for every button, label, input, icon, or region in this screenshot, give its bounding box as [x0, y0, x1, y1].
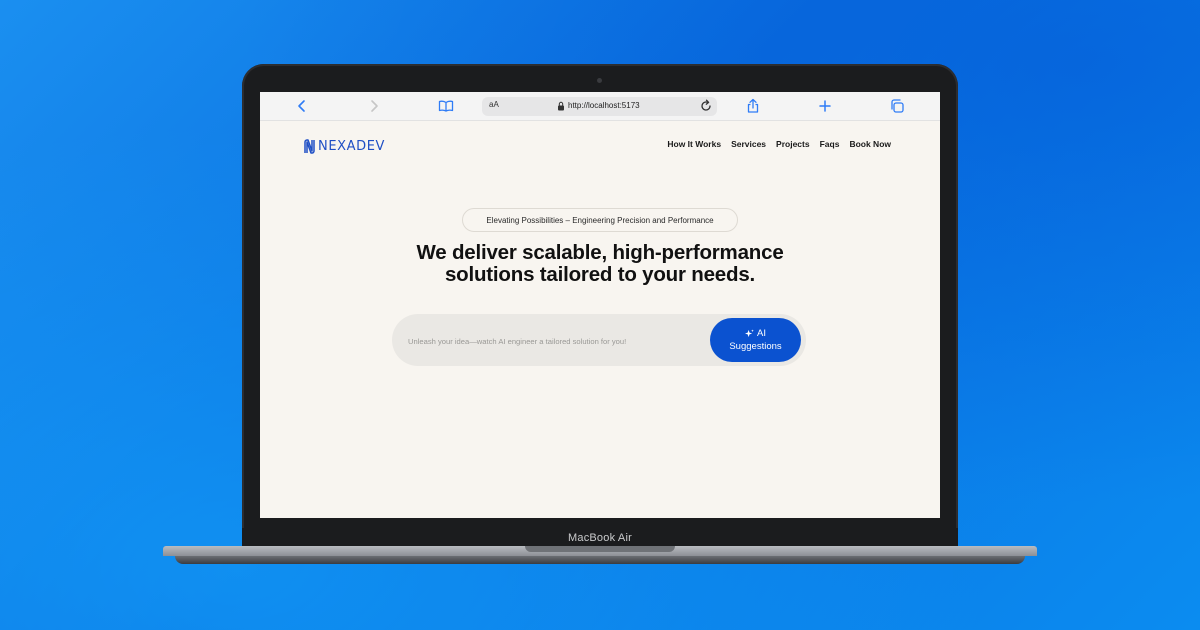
nav-links: How It Works Services Projects Faqs Book… [667, 139, 891, 149]
lock-icon [558, 101, 564, 111]
nav-faqs[interactable]: Faqs [820, 139, 840, 149]
text-size-button[interactable]: aA [489, 100, 499, 109]
url-text[interactable]: http://localhost:5173 [568, 101, 640, 110]
idea-input[interactable] [406, 332, 700, 350]
headline-line-2: solutions tailored to your needs. [444, 263, 756, 286]
ai-button-label-line1: AI [757, 328, 766, 339]
nav-services[interactable]: Services [731, 139, 766, 149]
share-icon[interactable] [744, 97, 762, 115]
reload-icon[interactable] [700, 99, 712, 116]
back-icon[interactable] [293, 97, 311, 115]
sparkle-icon [745, 329, 754, 338]
tabs-icon[interactable] [888, 97, 906, 115]
laptop-base-bottom [175, 556, 1025, 564]
device-label: MacBook Air [568, 532, 632, 544]
tagline-pill: Elevating Possibilities – Engineering Pr… [462, 208, 738, 232]
site-navbar: NEXADEV How It Works Services Projects F… [260, 120, 940, 170]
hero-headline: We deliver scalable, high-performance so… [350, 242, 850, 286]
idea-search-bar: AI Suggestions [392, 314, 806, 366]
laptop-notch [525, 546, 675, 552]
browser-screen: aA http://localhost:5173 NEXADEV How It … [260, 92, 940, 518]
url-bar[interactable]: aA http://localhost:5173 [482, 97, 717, 116]
camera-dot [597, 78, 602, 83]
forward-icon[interactable] [365, 97, 383, 115]
nav-how-it-works[interactable]: How It Works [667, 139, 721, 149]
nav-projects[interactable]: Projects [776, 139, 810, 149]
logo-text: NEXADEV [318, 138, 386, 154]
reader-icon[interactable] [437, 97, 455, 115]
new-tab-icon[interactable] [816, 97, 834, 115]
browser-toolbar: aA http://localhost:5173 [260, 92, 940, 121]
nav-book-now[interactable]: Book Now [849, 139, 891, 149]
headline-line-1: We deliver scalable, high-performance [416, 241, 784, 264]
logo-icon [304, 138, 315, 154]
site-logo[interactable]: NEXADEV [303, 137, 385, 155]
ai-suggestions-button[interactable]: AI Suggestions [710, 318, 801, 362]
ai-button-label-line2: Suggestions [729, 341, 782, 352]
